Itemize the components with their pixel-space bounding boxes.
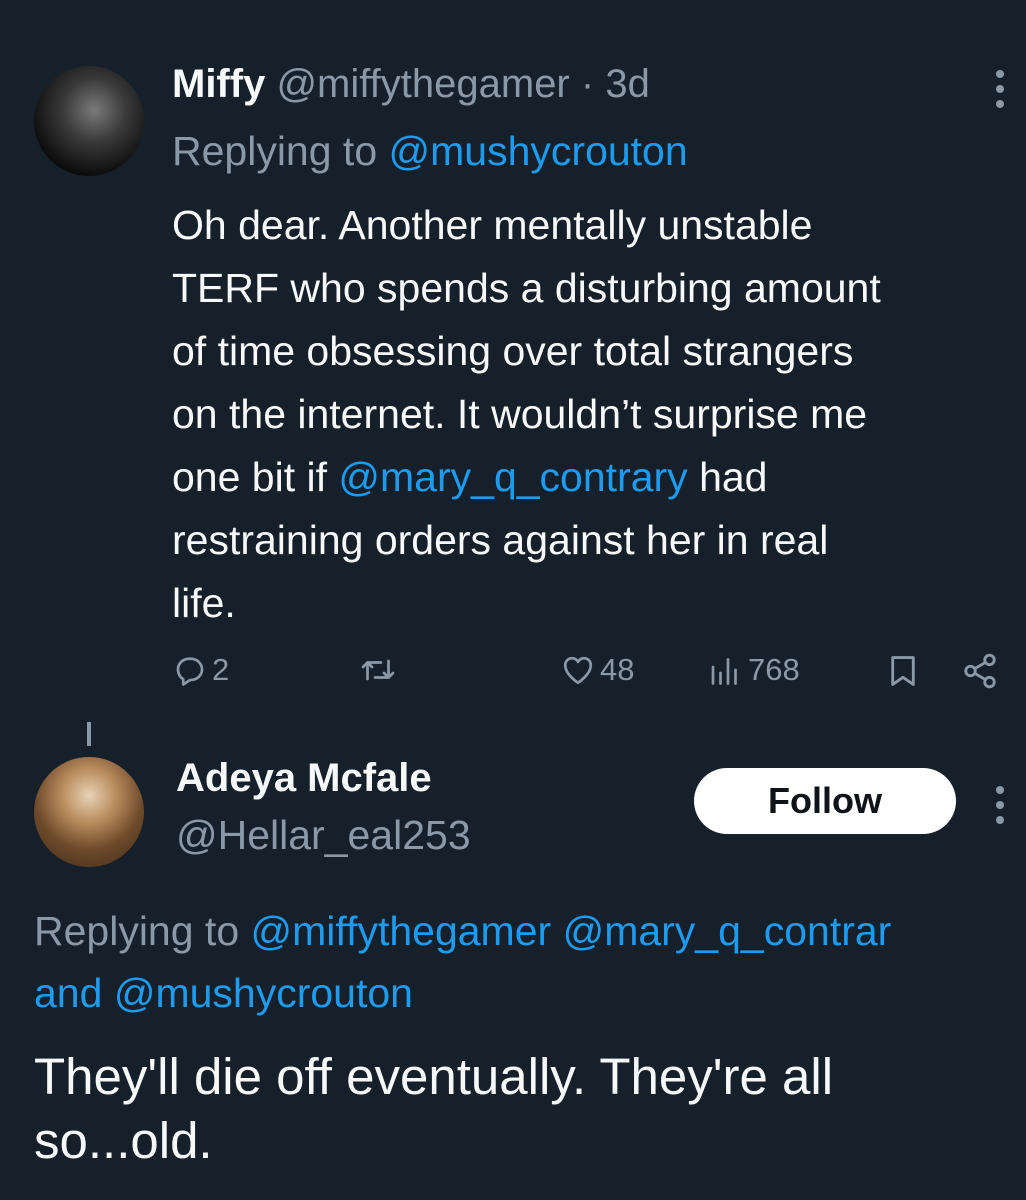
tweet1-time[interactable]: 3d	[605, 62, 650, 106]
replying-label: Replying to	[34, 908, 240, 954]
text-segment: one bit if	[172, 454, 327, 500]
tweet1-text-line: of time obsessing over total strangers	[172, 328, 854, 374]
views-icon	[711, 658, 737, 685]
tweet1-text-line: life.	[172, 580, 236, 626]
share-icon	[964, 653, 996, 689]
tweet1-text-line: Oh dear. Another mentally unstable	[172, 202, 813, 248]
replying-line: Replying to @miffythegamer @mary_q_contr…	[34, 900, 1026, 962]
tweet2-text-line: so...old.	[34, 1112, 213, 1169]
tweet2-handle[interactable]: @Hellar_eal253	[176, 812, 471, 859]
tweet1-header: Miffy @miffythegamer · 3d	[172, 62, 650, 107]
like-count: 48	[600, 652, 635, 687]
text-segment: had	[699, 454, 768, 500]
share-button[interactable]	[960, 652, 1000, 690]
tweet1-text: Oh dear. Another mentally unstable TERF …	[172, 194, 1012, 635]
tweet2-display-name[interactable]: Adeya Mcfale	[176, 756, 432, 801]
tweet1-action-bar: 2 48 768	[0, 652, 1026, 702]
avatar-miffy[interactable]	[34, 66, 144, 176]
like-icon	[563, 656, 593, 685]
replying-handle-link[interactable]: @mary_q_contrar	[563, 908, 892, 954]
tweet2-text: They'll die off eventually. They're all …	[34, 1045, 833, 1173]
tweet1-replying-to: Replying to @mushycrouton	[172, 128, 688, 175]
tweet1-separator: ·	[580, 62, 595, 106]
more-icon[interactable]	[994, 786, 1006, 824]
mention-link[interactable]: @mary_q_contrary	[338, 454, 687, 500]
replying-handle-link[interactable]: @mushycrouton	[389, 128, 688, 174]
like-button[interactable]: 48	[560, 652, 634, 688]
replying-and[interactable]: and	[34, 970, 102, 1016]
replying-handle-link[interactable]: @mushycrouton	[114, 970, 413, 1016]
bookmark-button[interactable]	[884, 652, 922, 690]
replying-handle-link[interactable]: @miffythegamer	[251, 908, 552, 954]
tweet1-handle[interactable]: @miffythegamer	[276, 62, 569, 106]
bookmark-icon	[891, 656, 915, 686]
thread-connector	[87, 722, 91, 746]
retweet-icon	[361, 659, 395, 681]
views-count: 768	[748, 652, 800, 687]
tweet1-text-line: restraining orders against her in real	[172, 517, 829, 563]
reply-button[interactable]: 2	[172, 652, 229, 688]
tweet1-text-line: one bit if @mary_q_contrary had	[172, 446, 1012, 509]
tweet2-text-line: They'll die off eventually. They're all	[34, 1048, 834, 1105]
tweet1-text-line: on the internet. It wouldn’t surprise me	[172, 391, 868, 437]
follow-button[interactable]: Follow	[694, 768, 956, 834]
tweet1-display-name[interactable]: Miffy	[172, 62, 265, 106]
tweet1-text-line: TERF who spends a disturbing amount	[172, 265, 881, 311]
reply-icon	[176, 657, 204, 686]
retweet-button[interactable]	[358, 652, 398, 688]
views-button[interactable]: 768	[706, 652, 800, 688]
reply-count: 2	[212, 652, 230, 687]
replying-line: and @mushycrouton	[34, 962, 1026, 1024]
avatar-adeya[interactable]	[34, 757, 144, 867]
replying-label: Replying to	[172, 128, 378, 174]
more-icon[interactable]	[994, 70, 1006, 108]
tweet2-replying-to: Replying to @miffythegamer @mary_q_contr…	[34, 900, 1026, 1024]
